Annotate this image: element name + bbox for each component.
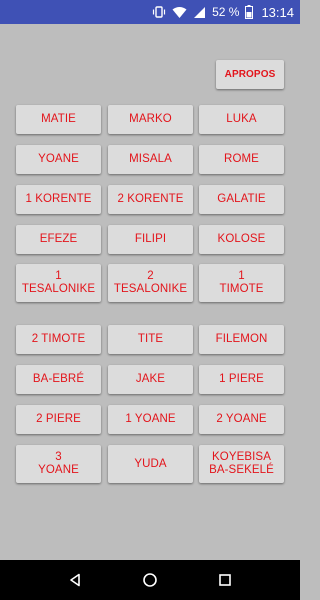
book-button-1-tesalonike[interactable]: 1 TESALONIKE	[16, 264, 101, 302]
book-button-1-timote[interactable]: 1 TIMOTE	[199, 264, 284, 302]
book-button-misala[interactable]: MISALA	[108, 145, 193, 174]
book-button-efeze[interactable]: EFEZE	[16, 225, 101, 254]
back-icon[interactable]	[65, 570, 85, 590]
recents-icon[interactable]	[215, 570, 235, 590]
status-bar: 52 % 13:14	[0, 0, 300, 24]
book-button-koyebisa-ba-sekele[interactable]: KOYEBISA BA-SEKELÉ	[199, 445, 284, 483]
battery-icon	[245, 5, 254, 19]
battery-percent: 52 %	[212, 5, 240, 19]
apropos-button[interactable]: APROPOS	[216, 60, 284, 89]
book-button-luka[interactable]: LUKA	[199, 105, 284, 134]
book-button-jake[interactable]: JAKE	[108, 365, 193, 394]
book-button-kolose[interactable]: KOLOSE	[199, 225, 284, 254]
book-button-3-yoane[interactable]: 3 YOANE	[16, 445, 101, 483]
book-button-filemon[interactable]: FILEMON	[199, 325, 284, 354]
book-button-1-korente[interactable]: 1 KORENTE	[16, 185, 101, 214]
book-grid: APROPOS MATIE MARKO LUKA YOANE MISALA RO…	[0, 24, 300, 560]
book-button-galatie[interactable]: GALATIE	[199, 185, 284, 214]
signal-icon	[193, 6, 206, 19]
book-button-2-yoane[interactable]: 2 YOANE	[199, 405, 284, 434]
book-button-2-piere[interactable]: 2 PIERE	[16, 405, 101, 434]
navigation-bar	[0, 560, 300, 600]
book-button-marko[interactable]: MARKO	[108, 105, 193, 134]
wifi-icon	[172, 6, 187, 19]
book-button-filipi[interactable]: FILIPI	[108, 225, 193, 254]
home-icon[interactable]	[140, 570, 160, 590]
book-button-yoane[interactable]: YOANE	[16, 145, 101, 174]
book-button-2-korente[interactable]: 2 KORENTE	[108, 185, 193, 214]
book-button-rome[interactable]: ROME	[199, 145, 284, 174]
clock: 13:14	[261, 4, 294, 20]
book-button-1-piere[interactable]: 1 PIERE	[199, 365, 284, 394]
status-icons: 52 % 13:14	[152, 0, 294, 24]
vibrate-icon	[152, 5, 166, 19]
book-button-2-tesalonike[interactable]: 2 TESALONIKE	[108, 264, 193, 302]
book-button-ba-ebre[interactable]: BA-EBRÉ	[16, 365, 101, 394]
book-button-2-timote[interactable]: 2 TIMOTE	[16, 325, 101, 354]
book-button-matie[interactable]: MATIE	[16, 105, 101, 134]
book-button-tite[interactable]: TITE	[108, 325, 193, 354]
book-button-1-yoane[interactable]: 1 YOANE	[108, 405, 193, 434]
book-button-yuda[interactable]: YUDA	[108, 445, 193, 483]
